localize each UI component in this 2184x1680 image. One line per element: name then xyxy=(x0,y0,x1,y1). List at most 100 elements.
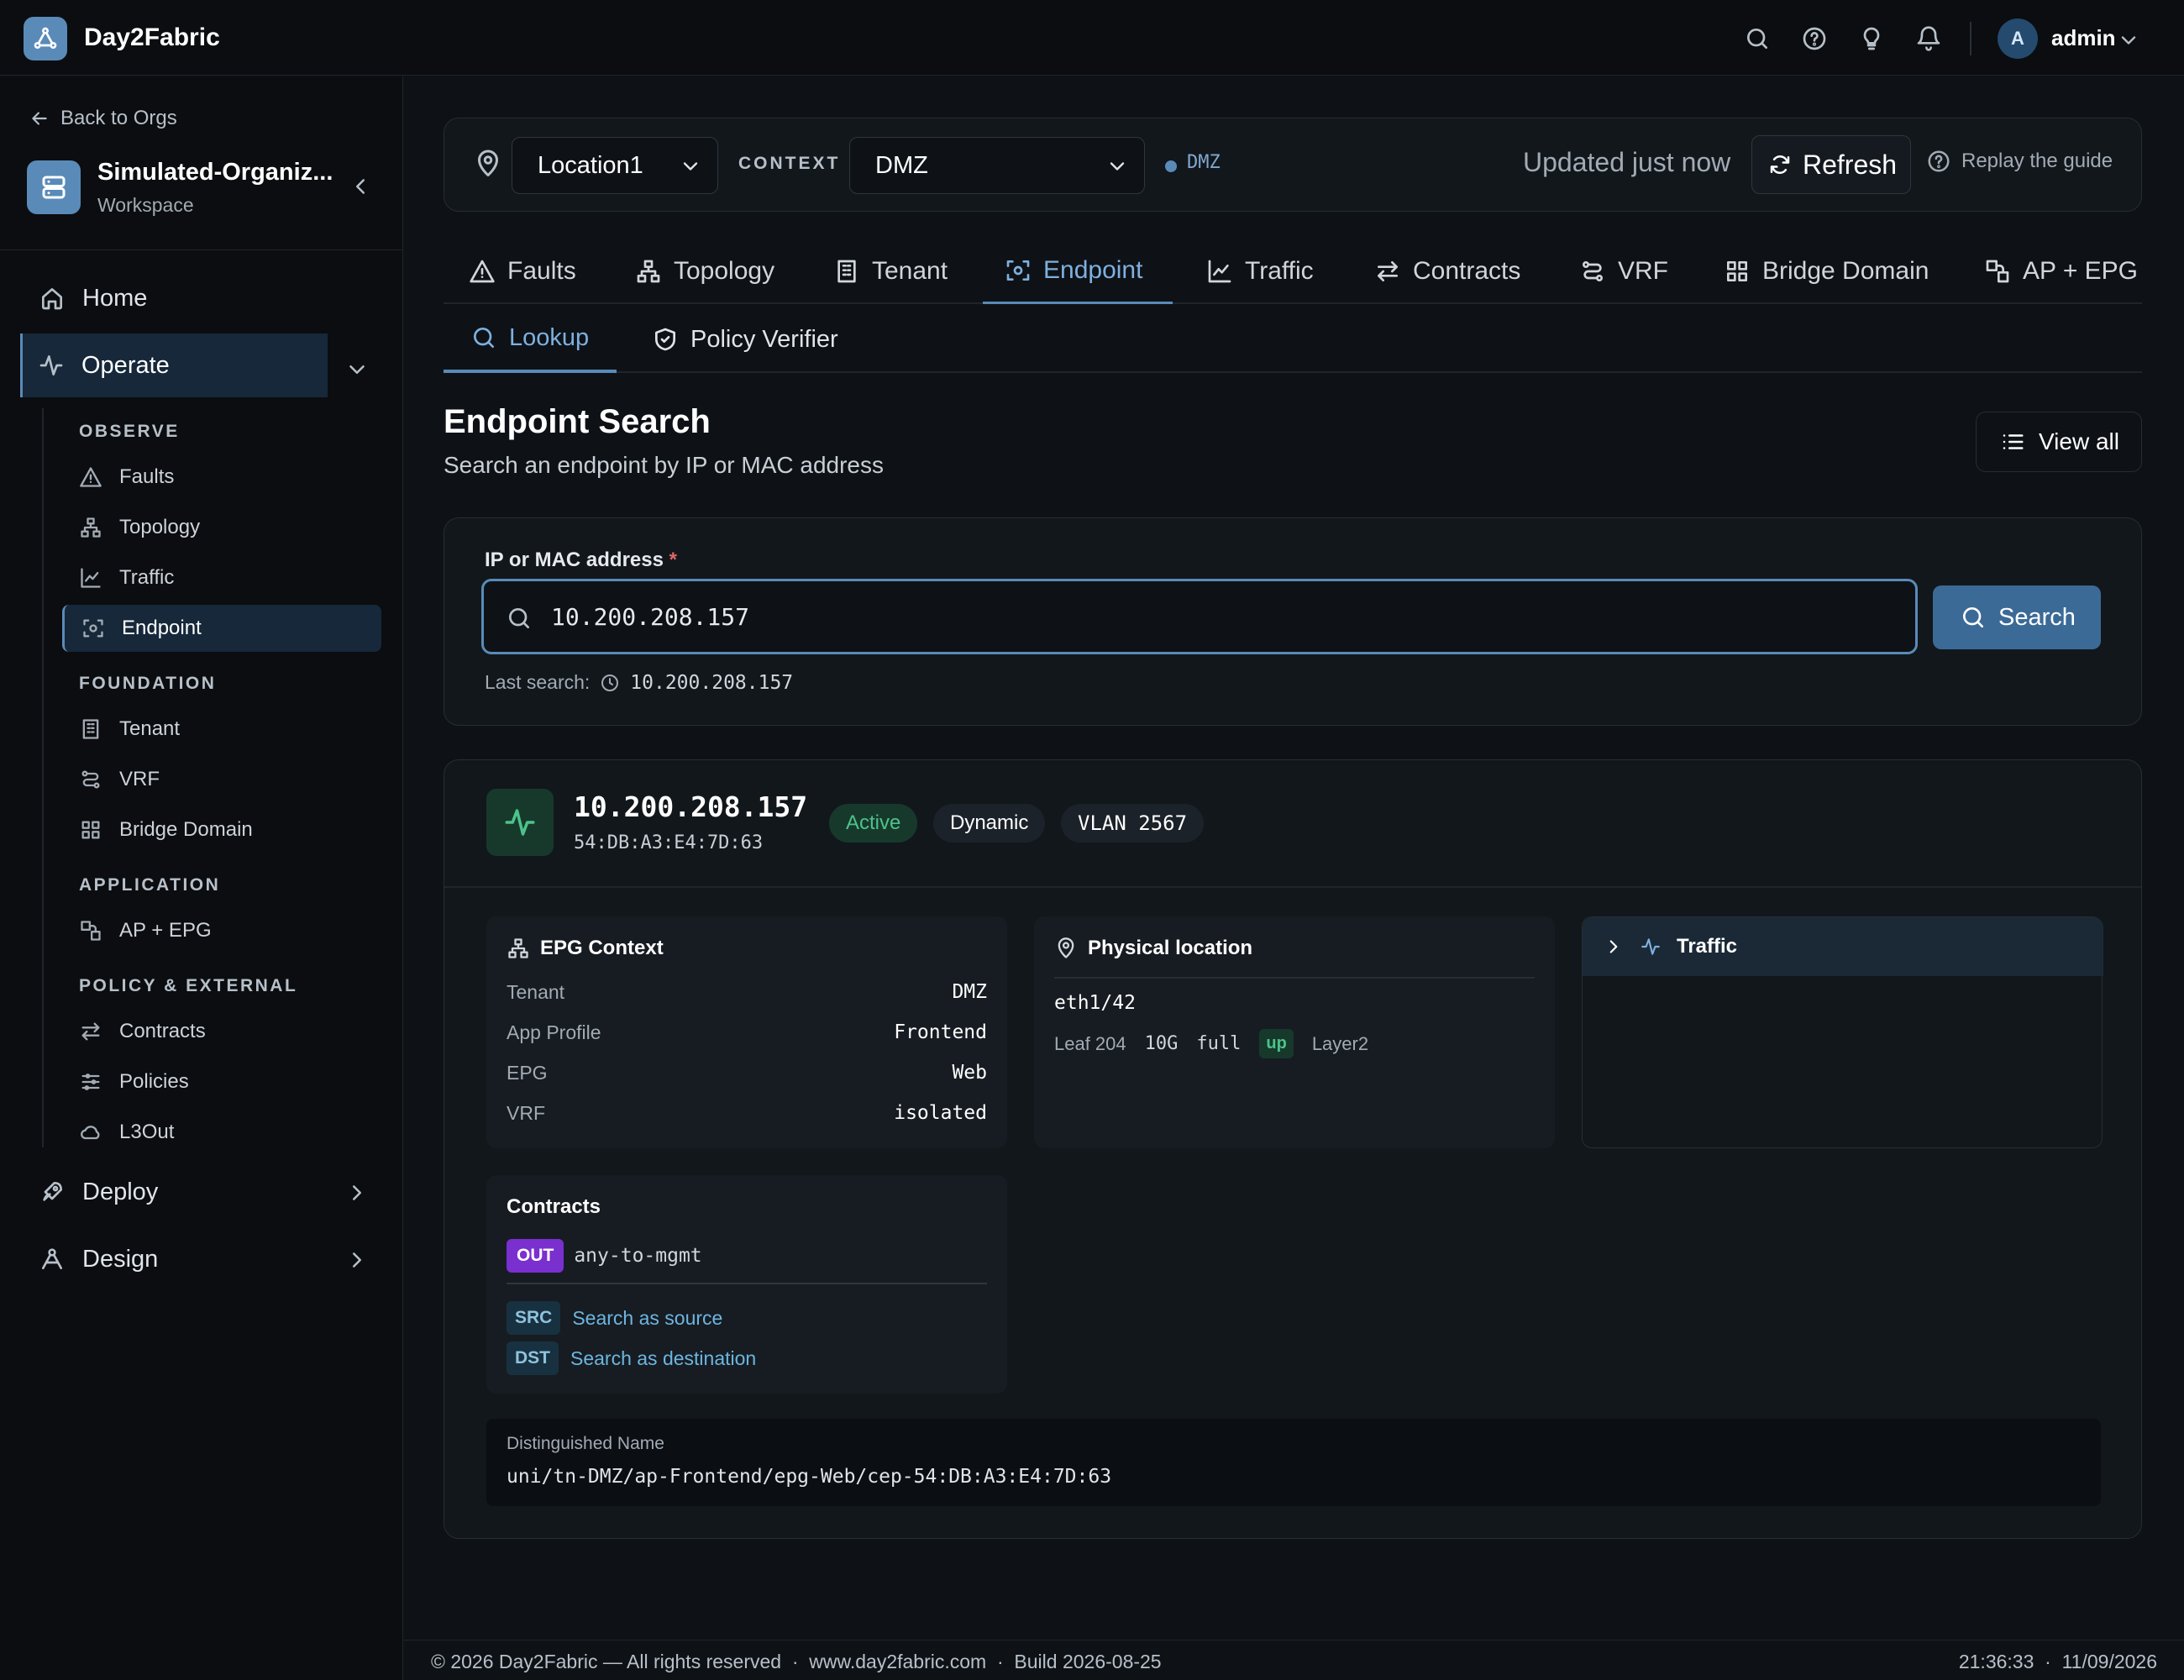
back-to-orgs-link[interactable]: Back to Orgs xyxy=(29,107,177,130)
contract-name[interactable]: any-to-mgmt xyxy=(574,1245,701,1267)
sidebar-item-label: AP + EPG xyxy=(119,919,212,942)
tab-tenant[interactable]: Tenant xyxy=(833,239,948,304)
warning-icon xyxy=(470,260,495,283)
user-name[interactable]: admin xyxy=(2051,25,2116,51)
distinguished-name-box: Distinguished Name uni/tn-DMZ/ap-Fronten… xyxy=(486,1419,2101,1506)
sidebar-item-vrf[interactable]: VRF xyxy=(62,756,381,803)
context-select[interactable]: DMZ xyxy=(849,137,1145,194)
search-icon[interactable] xyxy=(1740,22,1774,55)
bell-icon[interactable] xyxy=(1912,22,1945,55)
tab-vrf[interactable]: VRF xyxy=(1579,239,1668,304)
search-field[interactable] xyxy=(481,579,1918,654)
chevron-down-icon[interactable] xyxy=(344,357,370,382)
context-select-value: DMZ xyxy=(875,151,928,179)
dn-label: Distinguished Name xyxy=(507,1434,664,1453)
tab-label: AP + EPG xyxy=(2023,257,2139,285)
sidebar-item-endpoint[interactable]: Endpoint xyxy=(62,605,381,652)
sidebar-item-label: Bridge Domain xyxy=(119,818,253,841)
search-icon xyxy=(474,328,494,348)
chevron-right-icon xyxy=(1609,940,1618,953)
location-select[interactable]: Location1 xyxy=(512,137,718,194)
kv-key: App Profile xyxy=(507,1021,601,1043)
subtab-label: Lookup xyxy=(509,323,590,351)
help-icon[interactable] xyxy=(1798,22,1831,55)
org-subtitle: Workspace xyxy=(97,194,194,216)
traffic-title: Traffic xyxy=(1677,935,1738,958)
tab-topology[interactable]: Topology xyxy=(635,239,774,304)
divider xyxy=(507,1283,987,1284)
sidebar-item-faults[interactable]: Faults xyxy=(62,454,381,501)
traffic-accordion-header[interactable]: Traffic xyxy=(1583,917,2103,976)
tab-bridge-domain[interactable]: Bridge Domain xyxy=(1724,239,1929,304)
sidebar-item-tenant[interactable]: Tenant xyxy=(62,706,381,753)
panel-title-text: Physical location xyxy=(1088,937,1253,959)
nav-deploy[interactable]: Deploy xyxy=(24,1160,385,1224)
nav-operate[interactable]: Operate xyxy=(20,333,328,397)
nav-design[interactable]: Design xyxy=(24,1227,385,1291)
tab-endpoint[interactable]: Endpoint xyxy=(983,239,1173,304)
sidebar-item-topology[interactable]: Topology xyxy=(62,504,381,551)
tab-contracts[interactable]: Contracts xyxy=(1374,239,1520,304)
footer-clock: 21:36:33 · 11/09/2026 xyxy=(1958,1651,2157,1672)
search-input[interactable] xyxy=(551,595,1895,638)
port-speed: 10G xyxy=(1144,1033,1179,1054)
chevron-right-icon[interactable] xyxy=(344,1180,370,1205)
chevron-right-icon[interactable] xyxy=(344,1247,370,1273)
view-all-button[interactable]: View all xyxy=(1976,412,2142,472)
required-mark: * xyxy=(669,549,677,571)
kv-key: VRF xyxy=(507,1101,545,1124)
tab-ap-epg[interactable]: AP + EPG xyxy=(1984,239,2138,304)
sidebar-item-label: Faults xyxy=(119,465,175,488)
avatar[interactable]: A xyxy=(1998,18,2038,59)
sidebar-item-traffic[interactable]: Traffic xyxy=(62,554,381,601)
sidebar-item-l3out[interactable]: L3Out xyxy=(62,1109,381,1156)
kv-value: Web xyxy=(952,1062,987,1084)
lightbulb-icon[interactable] xyxy=(1855,22,1888,55)
contract-row: OUT any-to-mgmt xyxy=(507,1239,702,1273)
sidebar-item-contracts[interactable]: Contracts xyxy=(62,1008,381,1055)
dst-tag: DST xyxy=(507,1341,559,1375)
nav-home-label: Home xyxy=(82,284,148,312)
line-chart-icon xyxy=(81,568,101,588)
chevron-left-icon[interactable] xyxy=(348,174,373,199)
org-name: Simulated-Organiz... xyxy=(97,159,333,186)
arrow-left-icon xyxy=(32,112,47,125)
divider xyxy=(1970,22,1971,55)
help-icon xyxy=(1928,150,1950,172)
sidebar-item-label: Contracts xyxy=(119,1020,206,1042)
nav-home[interactable]: Home xyxy=(24,266,385,330)
route-icon xyxy=(1583,261,1603,281)
footer: © 2026 Day2Fabric — All rights reserved … xyxy=(404,1640,2184,1680)
refresh-button[interactable]: Refresh xyxy=(1751,135,1911,194)
chevron-down-icon[interactable] xyxy=(2117,29,2140,52)
kv-value: Frontend xyxy=(894,1021,987,1043)
sidebar-item-label: Tenant xyxy=(119,717,181,740)
page-title: Endpoint Search xyxy=(444,403,711,440)
sidebar-item-ap-epg[interactable]: AP + EPG xyxy=(62,907,381,954)
sidebar-item-bridge-domain[interactable]: Bridge Domain xyxy=(62,806,381,853)
search-button[interactable]: Search xyxy=(1933,585,2101,649)
last-search-value[interactable]: 10.200.208.157 xyxy=(630,672,793,694)
nav-operate-label: Operate xyxy=(81,351,170,379)
subtab-policy-verifier[interactable]: Policy Verifier xyxy=(652,306,838,373)
kv-row: App Profile Frontend xyxy=(507,1016,987,1049)
top-bar: Day2Fabric A admin xyxy=(0,0,2184,76)
replay-guide-link[interactable]: Replay the guide xyxy=(1926,149,2113,174)
page-subtitle: Search an endpoint by IP or MAC address xyxy=(444,452,885,478)
tab-label: Topology xyxy=(674,257,775,285)
replay-guide-label: Replay the guide xyxy=(1961,150,2113,172)
activity-icon xyxy=(39,355,63,375)
tab-faults[interactable]: Faults xyxy=(469,239,576,304)
tab-traffic[interactable]: Traffic xyxy=(1206,239,1314,304)
sidebar-item-policies[interactable]: Policies xyxy=(62,1058,381,1105)
arrows-left-right-icon xyxy=(1378,261,1398,281)
app-logo-icon[interactable] xyxy=(24,17,67,60)
app-name: Day2Fabric xyxy=(84,24,220,51)
dn-value: uni/tn-DMZ/ap-Frontend/epg-Web/cep-54:DB… xyxy=(507,1466,1112,1488)
clock-icon xyxy=(601,674,619,691)
search-as-destination-link[interactable]: Search as destination xyxy=(570,1347,756,1370)
context-badge: DMZ xyxy=(1187,152,1221,173)
src-tag: SRC xyxy=(507,1301,561,1335)
subtab-lookup[interactable]: Lookup xyxy=(444,306,617,373)
search-as-source-link[interactable]: Search as source xyxy=(572,1307,722,1330)
